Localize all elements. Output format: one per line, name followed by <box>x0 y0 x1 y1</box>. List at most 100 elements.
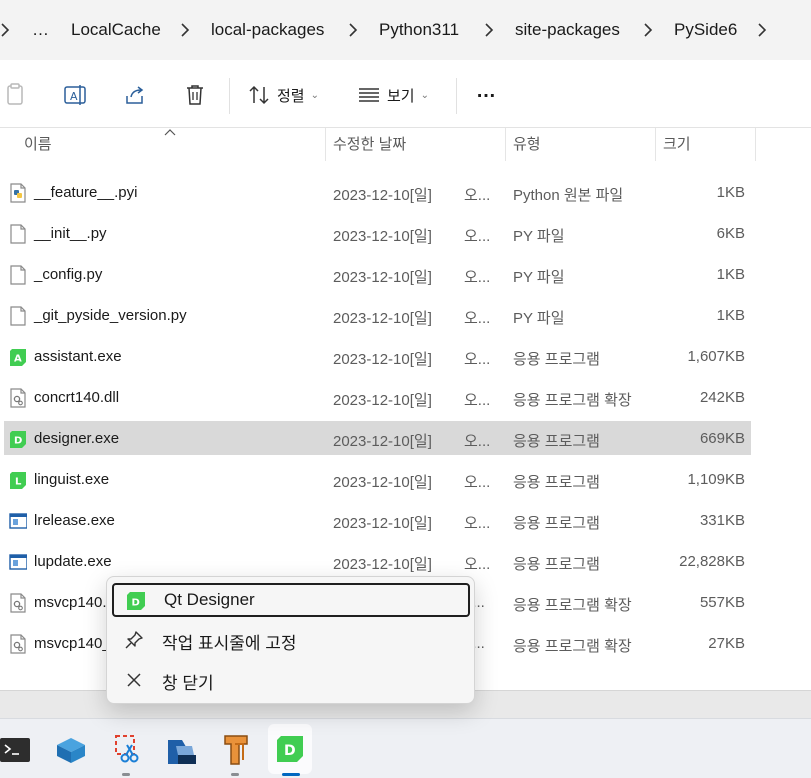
svg-text:L: L <box>15 477 22 488</box>
dll-file-icon <box>10 388 26 408</box>
breadcrumb-item-local-packages[interactable]: local-packages <box>211 19 324 41</box>
taskbar-msys[interactable] <box>159 724 203 774</box>
paste-button[interactable] <box>4 82 26 108</box>
file-modified-time: 오... <box>464 187 491 204</box>
sort-button[interactable]: 정렬 ⌄ <box>247 82 319 108</box>
column-size[interactable]: 크기 <box>663 136 691 154</box>
file-name: _config.py <box>34 266 103 283</box>
file-modified-time: 오... <box>464 433 491 450</box>
share-button[interactable] <box>123 82 147 108</box>
more-options-button[interactable]: … <box>476 78 496 104</box>
file-modified-date: 2023-12-10[일] <box>333 392 432 409</box>
file-row[interactable]: concrt140.dll 2023-12-10[일] 오... 응용 프로그램 확장… <box>4 380 751 414</box>
toolbar-divider <box>456 78 457 114</box>
file-row[interactable]: __feature__.pyi 2023-12-10[일] 오... Python 원… <box>4 175 751 209</box>
view-button[interactable]: 보기 ⌄ <box>357 82 429 108</box>
sort-arrows-icon <box>249 85 269 105</box>
blank-file-icon <box>10 224 26 244</box>
breadcrumb-item-localcache[interactable]: LocalCache <box>71 19 161 41</box>
rename-icon: A <box>64 85 86 105</box>
open-qt-designer-item[interactable]: D Qt Designer <box>112 583 470 617</box>
file-size: 27KB <box>708 635 745 652</box>
chevron-down-icon: ⌄ <box>310 89 319 101</box>
view-label: 보기 <box>387 87 415 105</box>
breadcrumb-overflow-button[interactable]: … <box>32 19 49 41</box>
file-row[interactable]: _config.py 2023-12-10[일] 오... PY 파일 1KB <box>4 257 751 291</box>
breadcrumb-item-pyside6[interactable]: PySide6 <box>674 19 737 41</box>
file-size: 331KB <box>699 512 745 529</box>
file-type: 응용 프로그램 <box>513 515 600 532</box>
file-size: 242KB <box>699 389 745 406</box>
file-modified-time: 오... <box>464 474 491 491</box>
file-modified-time: 오... <box>464 269 491 286</box>
file-modified-time: 오... <box>464 556 491 573</box>
taskbar-bookmark-app[interactable] <box>213 724 257 776</box>
chevron-right-icon[interactable] <box>348 21 360 39</box>
address-breadcrumb: … LocalCache local-packages Python311 si… <box>0 0 811 60</box>
file-modified-time: 오... <box>464 310 491 327</box>
file-row[interactable]: lupdate.exe 2023-12-10[일] 오... 응용 프로그램 22,82… <box>4 544 751 578</box>
file-row[interactable]: Llinguist.exe 2023-12-10[일] 오... 응용 프로그램 1,1… <box>4 462 751 496</box>
pin-to-taskbar-item[interactable]: 작업 표시줄에 고정 <box>112 623 470 657</box>
chevron-right-icon[interactable] <box>484 21 496 39</box>
file-type: 응용 프로그램 <box>513 556 600 573</box>
file-type: 응용 프로그램 <box>513 433 600 450</box>
blank-file-icon <box>10 265 26 285</box>
file-row[interactable]: _git_pyside_version.py 2023-12-10[일] 오... P… <box>4 298 751 332</box>
share-icon <box>126 86 144 104</box>
file-name: assistant.exe <box>34 348 122 365</box>
rename-button[interactable]: A <box>63 82 87 108</box>
file-size: 557KB <box>699 594 745 611</box>
column-name[interactable]: 이름 <box>24 136 52 154</box>
breadcrumb-item-site-packages[interactable]: site-packages <box>515 19 620 41</box>
file-row[interactable]: Aassistant.exe 2023-12-10[일] 오... 응용 프로그램 1,… <box>4 339 751 373</box>
command-toolbar: A 정렬 ⌄ 보기 ⌄ … <box>0 60 811 128</box>
chevron-right-icon[interactable] <box>757 21 769 39</box>
file-modified-time: 오... <box>464 228 491 245</box>
close-window-item[interactable]: 창 닫기 <box>112 663 470 697</box>
column-divider[interactable] <box>755 128 756 161</box>
file-type: Python 원본 파일 <box>513 187 624 204</box>
qt-linguist-icon: L <box>10 472 26 489</box>
column-type[interactable]: 유형 <box>513 136 541 154</box>
file-name: lupdate.exe <box>34 553 112 570</box>
svg-text:D: D <box>14 436 22 447</box>
file-size: 1KB <box>716 266 745 283</box>
chevron-down-icon: ⌄ <box>420 89 429 101</box>
svg-text:A: A <box>14 354 22 365</box>
column-divider[interactable] <box>505 128 506 161</box>
file-row[interactable]: lrelease.exe 2023-12-10[일] 오... 응용 프로그램 331K… <box>4 503 751 537</box>
virtualbox-cube-icon <box>57 738 85 763</box>
qt-designer-icon: D <box>277 736 303 762</box>
file-name: msvcp140_ <box>34 635 111 652</box>
svg-text:D: D <box>132 598 140 609</box>
file-modified-date: 2023-12-10[일] <box>333 269 432 286</box>
breadcrumb-item-python311[interactable]: Python311 <box>379 19 459 41</box>
taskbar-snipping-tool[interactable] <box>104 724 148 776</box>
taskbar-qt-designer[interactable]: D <box>268 724 312 776</box>
file-name: linguist.exe <box>34 471 110 488</box>
file-row[interactable]: __init__.py 2023-12-10[일] 오... PY 파일 6KB <box>4 216 751 250</box>
column-modified[interactable]: 수정한 날짜 <box>333 136 406 154</box>
file-name: __init__.py <box>34 225 107 242</box>
file-type: 응용 프로그램 <box>513 351 600 368</box>
chevron-right-icon[interactable] <box>180 21 192 39</box>
running-indicator <box>122 773 130 776</box>
delete-button[interactable] <box>184 82 206 108</box>
taskbar-terminal[interactable] <box>0 724 36 774</box>
column-divider[interactable] <box>655 128 656 161</box>
sort-ascending-icon <box>164 129 176 136</box>
file-modified-date: 2023-12-10[일] <box>333 228 432 245</box>
file-modified-date: 2023-12-10[일] <box>333 310 432 327</box>
file-type: PY 파일 <box>513 228 565 245</box>
file-type: 응용 프로그램 확장 <box>513 392 632 409</box>
file-name: concrt140.dll <box>34 389 120 406</box>
file-row[interactable]: Ddesigner.exe 2023-12-10[일] 오... 응용 프로그램 669… <box>4 421 751 455</box>
taskbar-virtualbox[interactable] <box>49 724 93 774</box>
taskbar: D <box>0 718 811 778</box>
file-size: 22,828KB <box>679 553 745 570</box>
column-divider[interactable] <box>325 128 326 161</box>
chevron-right-icon[interactable] <box>643 21 655 39</box>
qt-assistant-icon: A <box>10 349 26 366</box>
toolbar-divider <box>229 78 230 114</box>
